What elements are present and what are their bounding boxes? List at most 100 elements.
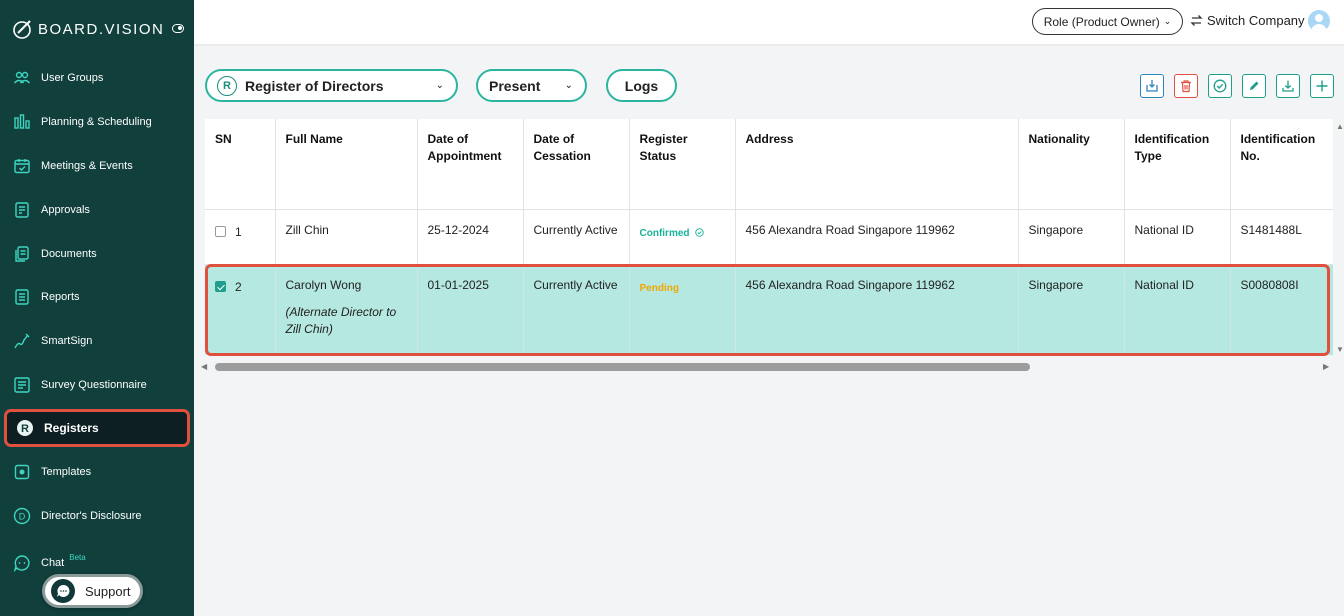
disclosure-icon: D <box>12 506 32 526</box>
calendar-icon <box>12 156 32 176</box>
row-sn: 2 <box>235 279 242 294</box>
table-row[interactable]: 2 Carolyn Wong (Alternate Director to Zi… <box>205 264 1333 355</box>
approvals-icon <box>12 200 32 220</box>
register-select[interactable]: R Register of Directors ⌄ <box>205 69 458 102</box>
top-bar: Role (Product Owner) ⌄ Switch Company <box>194 0 1344 44</box>
horizontal-scrollbar[interactable]: ◀ ▶ <box>201 360 1333 374</box>
delete-icon <box>1181 80 1191 93</box>
edit-button[interactable] <box>1242 74 1266 98</box>
user-avatar[interactable] <box>1308 10 1330 32</box>
sidebar-item-label: Documents <box>41 248 97 260</box>
sidebar-item-label: Survey Questionnaire <box>41 379 147 391</box>
registers-icon: R <box>15 418 35 438</box>
table-row[interactable]: 1 Zill Chin 25-12-2024 Currently Active … <box>205 209 1333 265</box>
status-select[interactable]: Present ⌄ <box>476 69 587 102</box>
chevron-down-icon: ⌄ <box>564 80 573 91</box>
row-date-appointment: 25-12-2024 <box>427 222 489 237</box>
svg-text:D: D <box>19 512 26 522</box>
brand-logo[interactable]: BOARD.VISION <box>12 18 164 40</box>
switch-company-button[interactable]: Switch Company <box>1190 13 1305 28</box>
chevron-down-icon: ⌄ <box>435 80 444 91</box>
import-button[interactable] <box>1140 74 1164 98</box>
sidebar-item-label: Registers <box>44 421 99 435</box>
row-checkbox[interactable] <box>215 280 226 292</box>
column-header-full-name[interactable]: Full Name <box>275 119 418 210</box>
sidebar-item-meetings[interactable]: Meetings & Events <box>4 147 190 185</box>
column-header-identification-no[interactable]: Identification No. <box>1230 119 1333 210</box>
approve-button[interactable] <box>1208 74 1232 98</box>
column-header-sn[interactable]: SN <box>205 119 276 210</box>
brand-name: BOARD.VISION <box>38 20 165 38</box>
register-badge-icon: R <box>217 75 237 96</box>
sidebar-item-label: Templates <box>41 466 92 478</box>
survey-icon <box>12 375 32 395</box>
row-date-cessation: Currently Active <box>533 222 618 237</box>
row-full-name: Zill Chin <box>285 222 329 237</box>
sidebar-item-directors-disclosure[interactable]: D Director's Disclosure <box>4 497 190 535</box>
scrollbar-thumb[interactable] <box>215 363 1030 371</box>
column-header-date-of-cessation[interactable]: Date of Cessation <box>523 119 630 210</box>
scroll-up-icon[interactable]: ▲ <box>1336 122 1344 131</box>
row-nationality: Singapore <box>1028 277 1084 292</box>
row-checkbox[interactable] <box>215 225 226 237</box>
sidebar-item-templates[interactable]: Templates <box>4 453 190 491</box>
sidebar-item-registers[interactable]: R Registers <box>4 409 190 447</box>
scroll-left-icon[interactable]: ◀ <box>201 362 207 371</box>
sidebar-item-label: User Groups <box>41 72 104 84</box>
sidebar-item-planning[interactable]: Planning & Scheduling <box>4 103 190 141</box>
sidebar-item-documents[interactable]: Documents <box>4 235 190 273</box>
templates-icon <box>12 462 32 482</box>
row-address: 456 Alexandra Road Singapore 119962 <box>745 277 955 292</box>
switch-company-label: Switch Company <box>1207 13 1305 28</box>
sidebar-item-survey[interactable]: Survey Questionnaire <box>4 366 190 404</box>
row-date-appointment: 01-01-2025 <box>427 277 489 292</box>
import-icon <box>1146 80 1158 92</box>
chevron-down-icon: ⌄ <box>1163 16 1172 26</box>
approve-icon <box>1213 79 1227 93</box>
board-vision-logo-icon <box>13 20 31 39</box>
sidebar-item-approvals[interactable]: Approvals <box>4 191 190 229</box>
sidebar-toggle-icon[interactable] <box>172 24 184 33</box>
sidebar-item-label: Chat <box>41 557 65 569</box>
column-header-identification-type[interactable]: Identification Type <box>1124 119 1231 210</box>
scroll-down-icon[interactable]: ▼ <box>1336 345 1344 354</box>
row-address: 456 Alexandra Road Singapore 119962 <box>745 222 955 237</box>
support-chat-icon <box>51 579 75 603</box>
svg-text:R: R <box>21 423 29 435</box>
chart-bars-icon <box>12 112 32 132</box>
row-alternate-note: (Alternate Director to Zill Chin) <box>285 304 397 336</box>
row-sn: 1 <box>235 224 242 239</box>
delete-button[interactable] <box>1174 74 1198 98</box>
download-button[interactable] <box>1276 74 1300 98</box>
sidebar-item-label: Director's Disclosure <box>41 510 142 522</box>
support-button[interactable]: Support <box>42 574 143 608</box>
row-id-no: S1481488L <box>1240 222 1302 237</box>
logs-label: Logs <box>624 77 659 94</box>
sidebar-item-label: Meetings & Events <box>41 160 133 172</box>
row-nationality: Singapore <box>1028 222 1084 237</box>
scroll-right-icon[interactable]: ▶ <box>1323 362 1329 371</box>
support-label: Support <box>85 583 131 599</box>
register-table: SN Full Name Date of Appointment Date of… <box>205 119 1333 355</box>
sidebar-item-user-groups[interactable]: User Groups <box>4 59 190 97</box>
status-badge: Pending <box>639 282 679 294</box>
sidebar-item-reports[interactable]: Reports <box>4 278 190 316</box>
user-groups-icon <box>12 68 32 88</box>
role-label: Role (Product Owner) <box>1043 14 1160 29</box>
column-header-register-status[interactable]: Register Status <box>629 119 736 210</box>
sidebar-item-label: SmartSign <box>41 335 93 347</box>
logs-button[interactable]: Logs <box>606 69 677 102</box>
add-button[interactable] <box>1310 74 1334 98</box>
column-header-address[interactable]: Address <box>735 119 1019 210</box>
row-date-cessation: Currently Active <box>533 277 618 292</box>
register-select-label: Register of Directors <box>245 77 384 94</box>
column-header-date-of-appointment[interactable]: Date of Appointment <box>417 119 524 210</box>
role-dropdown[interactable]: Role (Product Owner) ⌄ <box>1032 8 1183 35</box>
sidebar-item-smartsign[interactable]: SmartSign <box>4 322 190 360</box>
reports-icon <box>12 287 32 307</box>
check-circle-icon <box>695 228 704 237</box>
row-id-type: National ID <box>1134 277 1194 292</box>
column-header-nationality[interactable]: Nationality <box>1018 119 1125 210</box>
switch-icon <box>1190 15 1203 26</box>
sidebar-item-label: Planning & Scheduling <box>41 116 152 128</box>
